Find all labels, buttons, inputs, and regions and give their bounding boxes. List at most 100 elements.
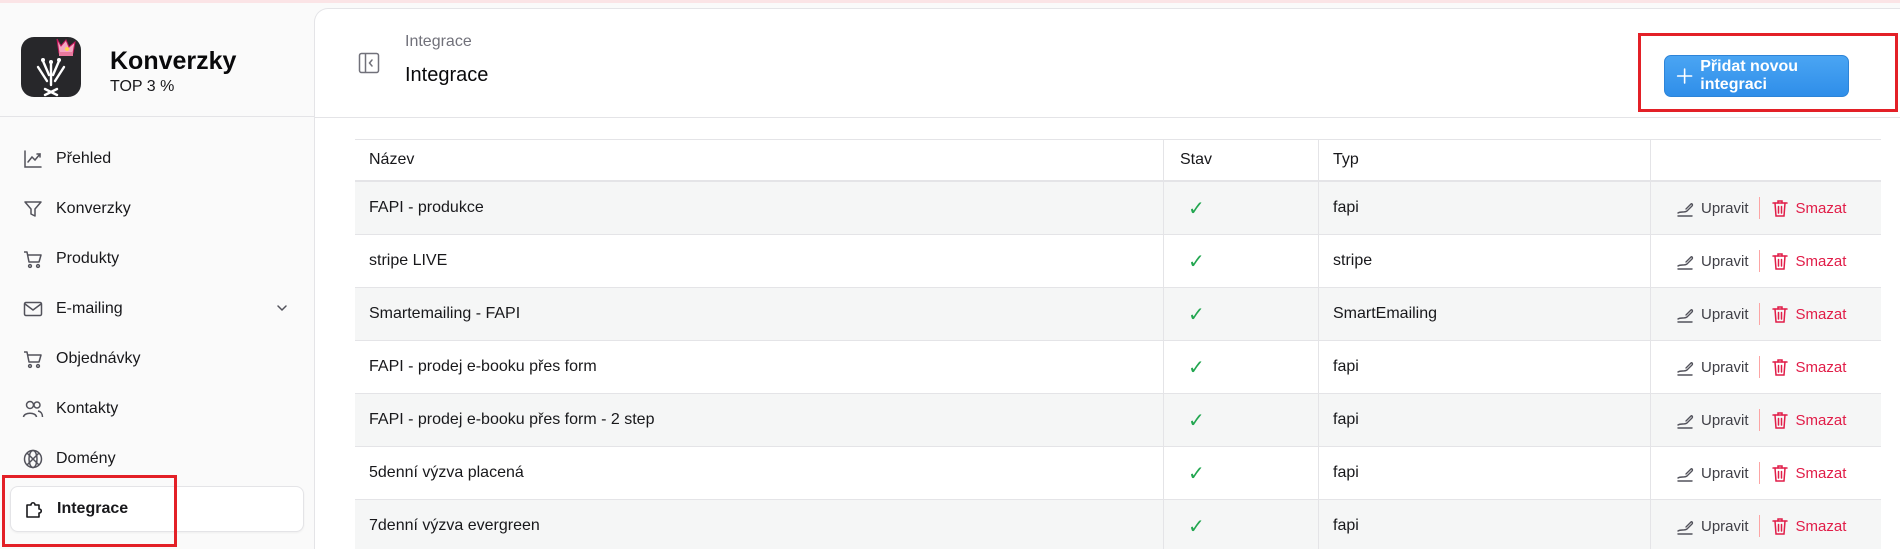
- chart-line-icon: [22, 148, 44, 170]
- delete-button[interactable]: Smazat: [1770, 198, 1846, 218]
- status-check-icon: ✓: [1188, 197, 1205, 220]
- row-name: FAPI - prodej e-booku přes form - 2 step: [355, 394, 1164, 446]
- table-row: FAPI - produkce ✓ fapi Upravit Smazat: [355, 182, 1881, 235]
- sidebar-item-label: Přehled: [56, 150, 112, 167]
- delete-button[interactable]: Smazat: [1770, 463, 1846, 483]
- row-name: FAPI - produkce: [355, 182, 1164, 234]
- sidebar-item-e-mailing[interactable]: E-mailing: [10, 286, 304, 332]
- trash-icon: [1771, 253, 1788, 270]
- table-row: FAPI - prodej e-booku přes form - 2 step…: [355, 394, 1881, 447]
- table-row: FAPI - prodej e-booku přes form ✓ fapi U…: [355, 341, 1881, 394]
- page-title: Integrace: [405, 64, 489, 86]
- status-check-icon: ✓: [1188, 409, 1205, 432]
- action-divider: [1758, 409, 1760, 431]
- edit-button[interactable]: Upravit: [1675, 410, 1749, 430]
- delete-button[interactable]: Smazat: [1770, 357, 1846, 377]
- action-divider: [1758, 462, 1760, 484]
- highlight-box-integrace: [2, 475, 177, 547]
- delete-button[interactable]: Smazat: [1770, 251, 1846, 271]
- row-name: stripe LIVE: [355, 235, 1164, 287]
- edit-icon: [1677, 362, 1694, 376]
- edit-button[interactable]: Upravit: [1675, 198, 1749, 218]
- sidebar-divider: [0, 116, 314, 117]
- action-divider: [1758, 515, 1760, 537]
- edit-icon: [1677, 468, 1694, 482]
- trash-icon: [1771, 359, 1788, 376]
- highlight-box-add-button: [1638, 33, 1898, 112]
- trash-icon: [1771, 412, 1788, 429]
- edit-button[interactable]: Upravit: [1675, 463, 1749, 483]
- sidebar-item-prehled[interactable]: Přehled: [10, 136, 304, 182]
- delete-button[interactable]: Smazat: [1770, 516, 1846, 536]
- status-check-icon: ✓: [1188, 250, 1205, 273]
- sidebar-item-konverzky[interactable]: Konverzky: [10, 186, 304, 232]
- edit-icon: [1677, 256, 1694, 270]
- brand-name: Konverzky: [110, 47, 237, 75]
- action-divider: [1758, 356, 1760, 378]
- edit-icon: [1677, 309, 1694, 323]
- cart-icon: [22, 348, 44, 370]
- globe-icon: [22, 448, 44, 470]
- edit-button[interactable]: Upravit: [1675, 304, 1749, 324]
- delete-button[interactable]: Smazat: [1770, 304, 1846, 324]
- table-row: Smartemailing - FAPI ✓ SmartEmailing Upr…: [355, 288, 1881, 341]
- row-name: 5denní výzva placená: [355, 447, 1164, 499]
- chevron-down-icon[interactable]: [274, 300, 290, 321]
- row-type: SmartEmailing: [1319, 288, 1651, 340]
- funnel-icon: [22, 198, 44, 220]
- column-header-actions: [1651, 140, 1881, 180]
- sidebar-toggle-icon[interactable]: [357, 51, 381, 80]
- edit-icon: [1677, 521, 1694, 535]
- status-check-icon: ✓: [1188, 356, 1205, 379]
- edit-icon: [1677, 415, 1694, 429]
- sidebar-item-label: Konverzky: [56, 200, 131, 217]
- sidebar-item-label: Produkty: [56, 250, 120, 267]
- row-type: fapi: [1319, 447, 1651, 499]
- action-divider: [1758, 303, 1760, 325]
- trash-icon: [1771, 465, 1788, 482]
- status-check-icon: ✓: [1188, 515, 1205, 538]
- sidebar-item-objednavky[interactable]: Objednávky: [10, 336, 304, 382]
- row-name: 7denní výzva evergreen: [355, 500, 1164, 549]
- table-row: 5denní výzva placená ✓ fapi Upravit Smaz…: [355, 447, 1881, 500]
- sidebar-item-label: Objednávky: [56, 350, 141, 367]
- sidebar-item-label: E-mailing: [56, 300, 123, 317]
- cart-icon: [22, 248, 44, 270]
- table-row: stripe LIVE ✓ stripe Upravit Smazat: [355, 235, 1881, 288]
- edit-button[interactable]: Upravit: [1675, 251, 1749, 271]
- sidebar-item-produkty[interactable]: Produkty: [10, 236, 304, 282]
- table-header: Název Stav Typ: [355, 140, 1881, 182]
- column-header-nazev[interactable]: Název: [355, 140, 1164, 180]
- status-check-icon: ✓: [1188, 462, 1205, 485]
- mail-icon: [22, 298, 44, 320]
- brand-subtitle: TOP 3 %: [110, 78, 175, 95]
- sidebar-item-label: Kontakty: [56, 400, 119, 417]
- sidebar-item-kontakty[interactable]: Kontakty: [10, 386, 304, 432]
- column-header-stav[interactable]: Stav: [1164, 140, 1319, 180]
- row-name: Smartemailing - FAPI: [355, 288, 1164, 340]
- row-name: FAPI - prodej e-booku přes form: [355, 341, 1164, 393]
- column-header-typ[interactable]: Typ: [1319, 140, 1651, 180]
- trash-icon: [1771, 200, 1788, 217]
- row-type: stripe: [1319, 235, 1651, 287]
- delete-button[interactable]: Smazat: [1770, 410, 1846, 430]
- edit-button[interactable]: Upravit: [1675, 516, 1749, 536]
- row-type: fapi: [1319, 500, 1651, 549]
- sidebar: Konverzky TOP 3 % Přehled Konverzky Prod…: [0, 3, 314, 549]
- action-divider: [1758, 197, 1760, 219]
- edit-button[interactable]: Upravit: [1675, 357, 1749, 377]
- integrations-table: Název Stav Typ FAPI - produkce ✓ fapi Up…: [355, 139, 1881, 549]
- brand-logo-icon: [21, 37, 81, 97]
- breadcrumb[interactable]: Integrace: [405, 33, 472, 51]
- brand[interactable]: Konverzky TOP 3 %: [20, 25, 310, 105]
- row-type: fapi: [1319, 394, 1651, 446]
- header-divider: [315, 117, 1900, 118]
- status-check-icon: ✓: [1188, 303, 1205, 326]
- row-type: fapi: [1319, 182, 1651, 234]
- trash-icon: [1771, 518, 1788, 535]
- table-row: 7denní výzva evergreen ✓ fapi Upravit Sm…: [355, 500, 1881, 549]
- row-type: fapi: [1319, 341, 1651, 393]
- users-icon: [22, 398, 44, 420]
- edit-icon: [1677, 203, 1694, 217]
- trash-icon: [1771, 306, 1788, 323]
